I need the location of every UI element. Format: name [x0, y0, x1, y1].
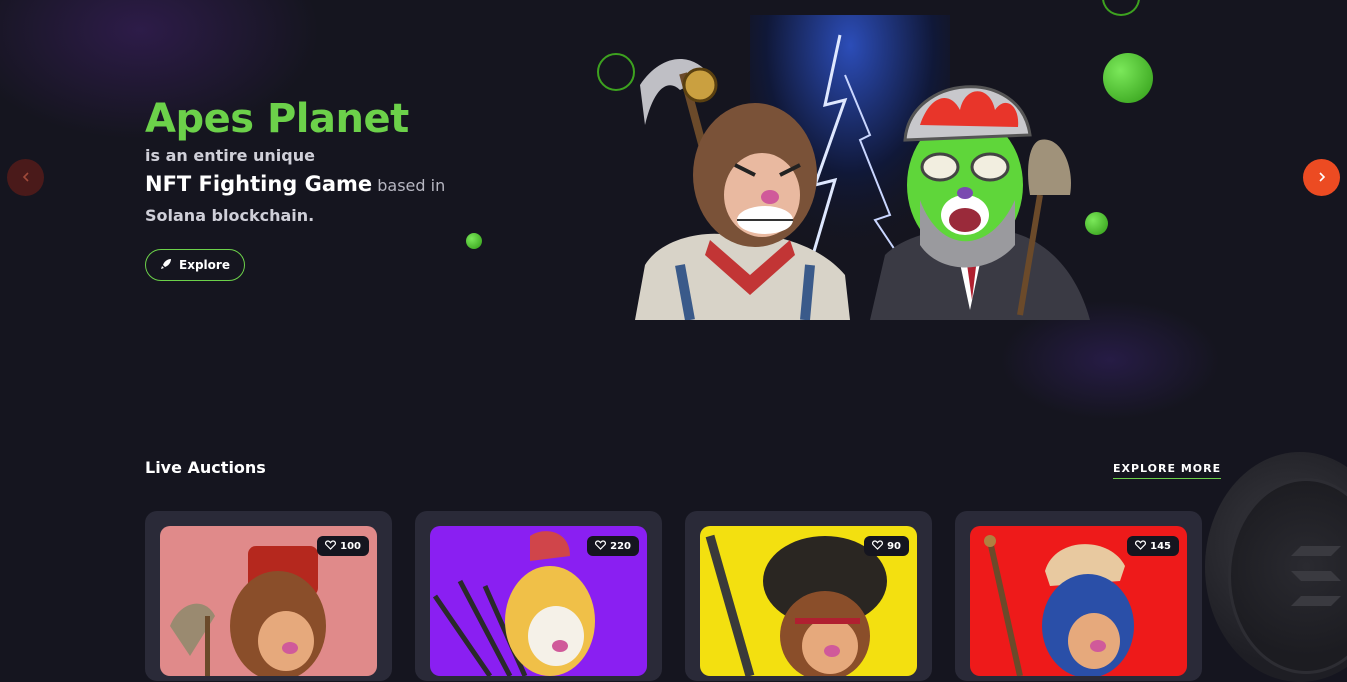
- chevron-right-icon: [1316, 168, 1328, 187]
- heart-icon: [872, 539, 884, 553]
- explore-more-link[interactable]: EXPLORE MORE: [1113, 462, 1222, 479]
- hero-blockchain: Solana blockchain.: [145, 206, 315, 225]
- decorative-ring: [1102, 0, 1140, 16]
- live-auctions-title: Live Auctions: [145, 458, 266, 477]
- likes-count: 100: [340, 540, 361, 552]
- heart-icon: [595, 539, 607, 553]
- carousel-next-button[interactable]: [1303, 159, 1340, 196]
- likes-count: 145: [1150, 540, 1171, 552]
- solana-coin-face: [1228, 478, 1347, 674]
- auction-card[interactable]: 90: [685, 511, 932, 681]
- explore-button[interactable]: Explore: [145, 249, 245, 281]
- hero-subtitle: NFT Fighting Game based in: [145, 172, 445, 196]
- decorative-dot: [466, 233, 482, 249]
- likes-badge[interactable]: 100: [317, 536, 369, 556]
- hero-fighters-image: [620, 15, 1105, 321]
- hero-title: Apes Planet: [145, 96, 409, 142]
- hero-subtitle-strong: NFT Fighting Game: [145, 172, 373, 196]
- heart-icon: [325, 539, 337, 553]
- hero-tagline: is an entire unique: [145, 146, 315, 165]
- decorative-dot: [1103, 53, 1153, 103]
- explore-button-label: Explore: [179, 258, 230, 272]
- likes-count: 90: [887, 540, 901, 552]
- likes-badge[interactable]: 145: [1127, 536, 1179, 556]
- likes-badge[interactable]: 220: [587, 536, 639, 556]
- rocket-icon: [160, 258, 172, 273]
- likes-badge[interactable]: 90: [864, 536, 909, 556]
- auction-card[interactable]: 220: [415, 511, 662, 681]
- likes-count: 220: [610, 540, 631, 552]
- auction-card[interactable]: 100: [145, 511, 392, 681]
- heart-icon: [1135, 539, 1147, 553]
- carousel-prev-button[interactable]: [7, 159, 44, 196]
- auction-card[interactable]: 145: [955, 511, 1202, 681]
- chevron-left-icon: [20, 168, 32, 187]
- hero-subtitle-dim: based in: [372, 176, 446, 195]
